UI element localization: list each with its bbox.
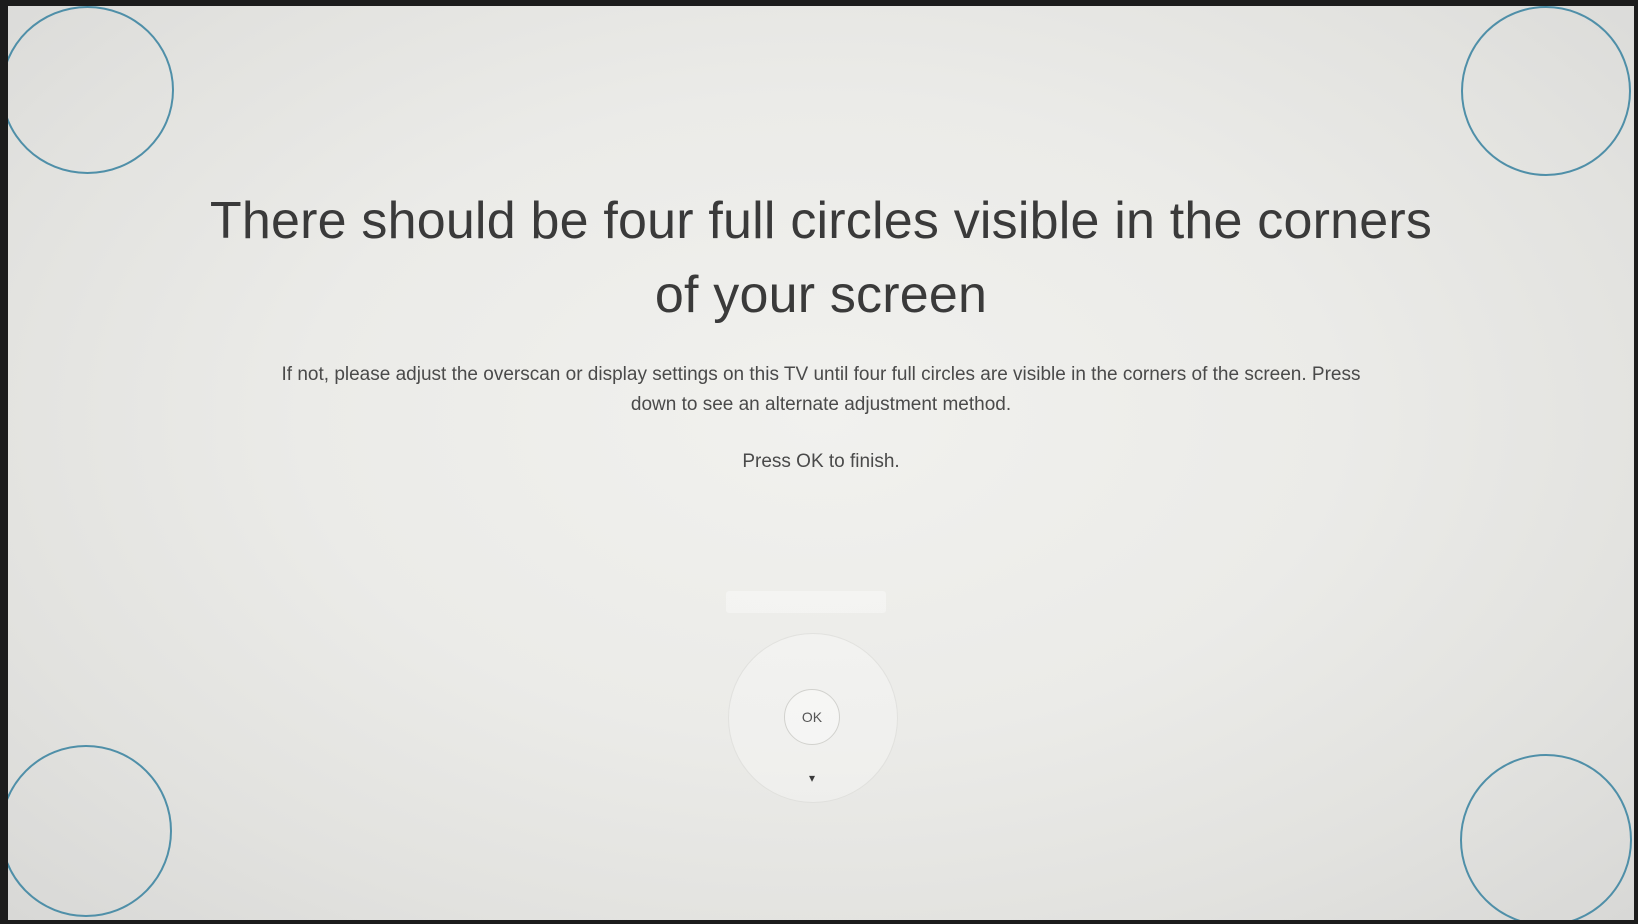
tv-screen: There should be four full circles visibl… <box>8 6 1634 920</box>
ok-button[interactable]: OK <box>784 689 840 745</box>
down-arrow-icon[interactable]: ▾ <box>802 770 822 786</box>
corner-circle-bottom-right <box>1460 754 1632 920</box>
instructions-text: If not, please adjust the overscan or di… <box>281 364 1361 415</box>
headline: There should be four full circles visibl… <box>209 192 1433 324</box>
corner-circle-bottom-left <box>8 745 172 917</box>
finish-hint: Press OK to finish. <box>742 451 900 472</box>
faint-highlight-bar <box>726 591 886 613</box>
corner-circle-top-left <box>8 6 174 174</box>
ok-button-label: OK <box>801 709 823 725</box>
corner-circle-top-right <box>1461 6 1631 176</box>
